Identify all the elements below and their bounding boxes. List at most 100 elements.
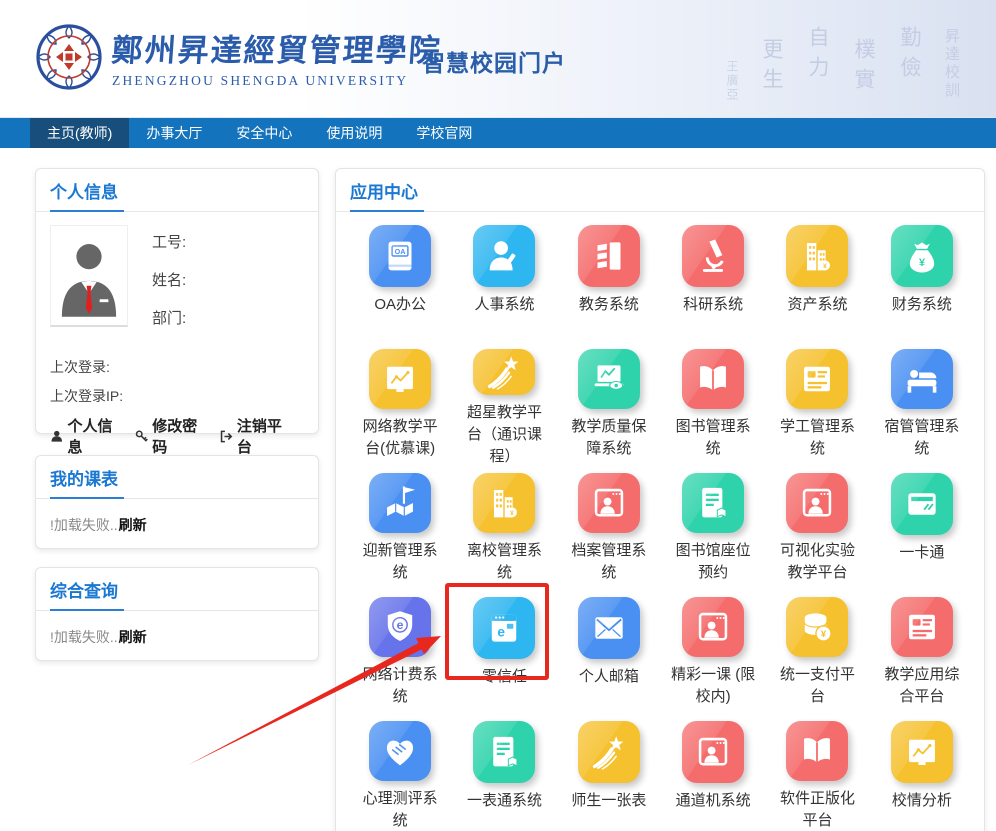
- dbcoins-icon: [786, 597, 848, 657]
- app-label: 一表通系统: [461, 790, 547, 812]
- app-16[interactable]: 可视化实验教学平台: [765, 473, 869, 584]
- microscope-icon: [682, 225, 744, 287]
- app-5[interactable]: 财务系统: [870, 225, 974, 336]
- app-label: 软件正版化平台: [774, 788, 860, 831]
- app-26[interactable]: 师生一张表: [557, 721, 661, 831]
- app-7[interactable]: 超星教学平台（通识课程）: [452, 349, 556, 460]
- university-logo-icon: [36, 24, 102, 90]
- laptop-icon: [578, 349, 640, 409]
- app-10[interactable]: 学工管理系统: [765, 349, 869, 460]
- app-24[interactable]: 心理测评系统: [348, 721, 452, 831]
- timetable-card-header: 我的课表: [36, 456, 318, 499]
- app-6[interactable]: 网络教学平台(优慕课): [348, 349, 452, 460]
- moneybag-icon: [891, 225, 953, 287]
- app-label: 师生一张表: [566, 790, 652, 812]
- app-3[interactable]: 科研系统: [661, 225, 765, 336]
- query-refresh-link[interactable]: 刷新: [119, 629, 147, 645]
- key-icon: [135, 429, 149, 444]
- app-label: 网络计费系统: [357, 664, 443, 708]
- app-label: 可视化实验教学平台: [774, 540, 860, 584]
- profile-link-0[interactable]: 个人信息: [50, 415, 122, 457]
- app-label: 统一支付平台: [774, 664, 860, 708]
- app-label: 资产系统: [774, 294, 860, 316]
- timetable-card-title: 我的课表: [50, 470, 118, 489]
- app-27[interactable]: 通道机系统: [661, 721, 765, 831]
- motto-col: 自力: [803, 26, 833, 86]
- app-2[interactable]: 教务系统: [557, 225, 661, 336]
- nav-item-4[interactable]: 学校官网: [399, 118, 489, 148]
- flag-icon: [369, 473, 431, 533]
- field-department: 部门:: [152, 307, 186, 328]
- logout-icon: [219, 429, 233, 444]
- profile-link-1[interactable]: 修改密码: [135, 415, 207, 457]
- app-1[interactable]: 人事系统: [452, 225, 556, 336]
- nav-item-1[interactable]: 办事大厅: [129, 118, 219, 148]
- idcard-icon: [891, 597, 953, 657]
- app-label: 心理测评系统: [357, 788, 443, 831]
- app-label: 教学应用综合平台: [879, 664, 965, 708]
- app-9[interactable]: 图书管理系统: [661, 349, 765, 460]
- app-center-card: 应用中心 OA办公人事系统教务系统科研系统资产系统财务系统网络教学平台(优慕课)…: [335, 168, 985, 831]
- app-25[interactable]: 一表通系统: [452, 721, 556, 831]
- chartwin-icon: [369, 349, 431, 409]
- app-18[interactable]: 网络计费系统: [348, 597, 452, 708]
- app-8[interactable]: 教学质量保障系统: [557, 349, 661, 460]
- building-icon: [473, 473, 535, 533]
- profile-link-label: 修改密码: [152, 415, 206, 457]
- nav-item-2[interactable]: 安全中心: [219, 118, 309, 148]
- nav-item-3[interactable]: 使用说明: [309, 118, 399, 148]
- app-0[interactable]: OA办公: [348, 225, 452, 336]
- nav-item-0[interactable]: 主页(教师): [30, 118, 129, 148]
- app-17[interactable]: 一卡通: [870, 473, 974, 584]
- windowperson-icon: [682, 721, 744, 783]
- app-14[interactable]: 档案管理系统: [557, 473, 661, 584]
- app-22[interactable]: 统一支付平台: [765, 597, 869, 708]
- app-12[interactable]: 迎新管理系统: [348, 473, 452, 584]
- app-label: OA办公: [357, 294, 443, 316]
- chartwin-icon: [891, 721, 953, 783]
- university-name-en: ZHENGZHOU SHENGDA UNIVERSITY: [112, 73, 442, 89]
- app-23[interactable]: 教学应用综合平台: [870, 597, 974, 708]
- app-4[interactable]: 资产系统: [765, 225, 869, 336]
- shielde-icon: [369, 597, 431, 657]
- timetable-error-text: !加载失败..: [50, 517, 118, 533]
- last-login-ip-label: 上次登录IP:: [50, 386, 304, 406]
- app-label: 宿管管理系统: [879, 416, 965, 460]
- timetable-refresh-link[interactable]: 刷新: [119, 517, 147, 533]
- app-label: 人事系统: [461, 294, 547, 316]
- bed-icon: [891, 349, 953, 409]
- comet-icon: [578, 721, 640, 783]
- app-20[interactable]: 个人邮箱: [557, 597, 661, 708]
- app-label: 学工管理系统: [774, 416, 860, 460]
- app-13[interactable]: 离校管理系统: [452, 473, 556, 584]
- main-nav: 主页(教师)办事大厅安全中心使用说明学校官网: [0, 118, 996, 148]
- avatar: [50, 225, 128, 327]
- windowperson-icon: [682, 597, 744, 657]
- bookpages-icon: [578, 225, 640, 287]
- app-29[interactable]: 校情分析: [870, 721, 974, 831]
- card-icon: [891, 473, 953, 535]
- motto-title: 昇達校訓: [941, 28, 962, 100]
- query-card-title: 综合查询: [50, 582, 118, 601]
- app-28[interactable]: 软件正版化平台: [765, 721, 869, 831]
- brand: 鄭州昇達經貿管理學院 ZHENGZHOU SHENGDA UNIVERSITY: [36, 24, 442, 90]
- openbook-icon: [682, 349, 744, 409]
- app-21[interactable]: 精彩一课 (限校内): [661, 597, 765, 708]
- app-label: 教务系统: [566, 294, 652, 316]
- university-name-cn: 鄭州昇達經貿管理學院: [110, 25, 443, 70]
- app-highlighted-19[interactable]: 零信任: [452, 597, 556, 708]
- profile-link-2[interactable]: 注销平台: [219, 415, 291, 457]
- profile-card: 个人信息 工号: 姓名: 部门:: [35, 168, 319, 434]
- app-11[interactable]: 宿管管理系统: [870, 349, 974, 460]
- app-label: 档案管理系统: [566, 540, 652, 584]
- app-label: 个人邮箱: [566, 666, 652, 688]
- app-center-title: 应用中心: [350, 183, 418, 202]
- openbook-icon: [786, 721, 848, 781]
- app-15[interactable]: 图书馆座位预约: [661, 473, 765, 584]
- idcard-icon: [786, 349, 848, 409]
- doclist-icon: [473, 721, 535, 783]
- query-error-text: !加载失败..: [50, 629, 118, 645]
- oa-icon: [369, 225, 431, 287]
- app-label: 校情分析: [879, 790, 965, 812]
- profile-links: 个人信息修改密码注销平台: [50, 415, 304, 457]
